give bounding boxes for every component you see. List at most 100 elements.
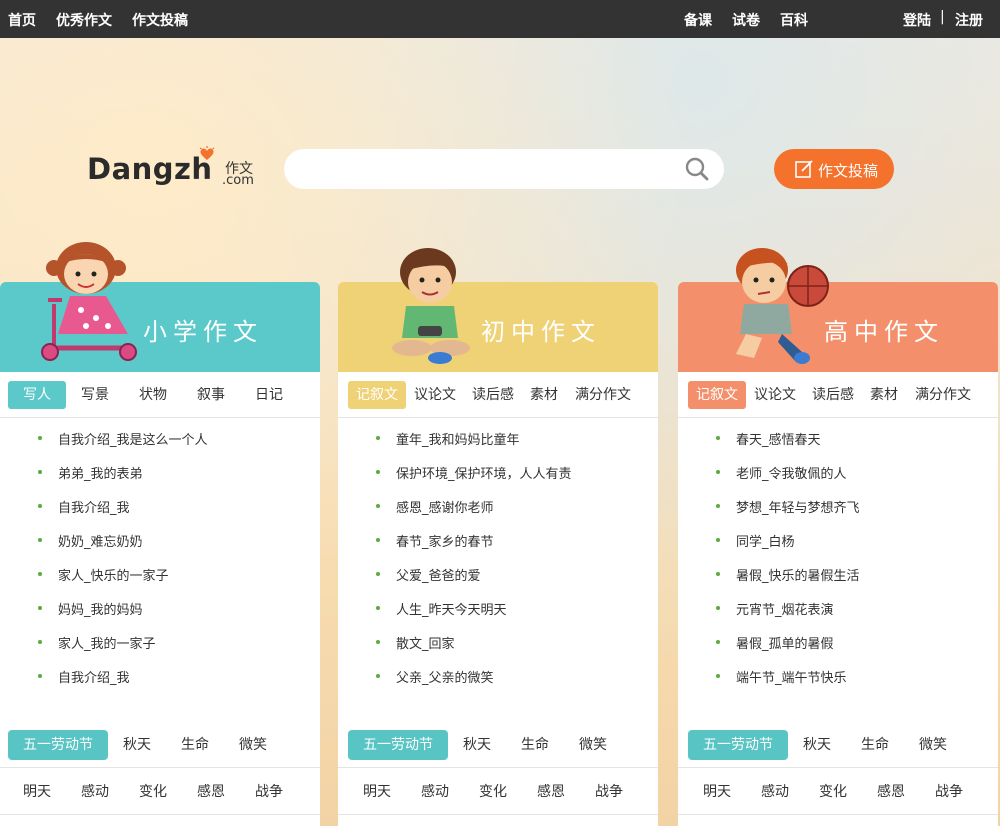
tag-may-day[interactable]: 五一劳动节 [8, 730, 108, 760]
bullet-icon [716, 674, 720, 678]
register-link[interactable]: 注册 [955, 10, 983, 30]
tag-gratitude[interactable]: 感恩 [862, 777, 920, 807]
nav-lesson-prep[interactable]: 备课 [684, 10, 712, 30]
nav-separator: | [940, 9, 945, 25]
bullet-icon [376, 470, 380, 474]
tag-touched[interactable]: 感动 [406, 777, 464, 807]
tag-war[interactable]: 战争 [240, 777, 298, 807]
login-link[interactable]: 登陆 [903, 10, 931, 30]
column-title[interactable]: 高中作文 [824, 312, 944, 347]
bullet-icon [38, 674, 42, 678]
topic-tags-row-1: 五一劳动节 秋天 生命 微笑 [338, 722, 658, 768]
tab-narrative[interactable]: 叙事 [182, 381, 240, 409]
top-nav-bar: 首页 优秀作文 作文投稿 备课 试卷 百科 登陆 | 注册 [0, 0, 1000, 38]
nav-submit-essay[interactable]: 作文投稿 [132, 10, 188, 30]
bullet-icon [376, 504, 380, 508]
tab-full-score-essay[interactable]: 满分作文 [568, 381, 638, 409]
tag-tomorrow[interactable]: 明天 [348, 777, 406, 807]
tag-war[interactable]: 战争 [920, 777, 978, 807]
tag-life[interactable]: 生命 [506, 730, 564, 760]
tab-narrative-essay[interactable]: 记叙文 [688, 381, 746, 409]
tag-may-day[interactable]: 五一劳动节 [348, 730, 448, 760]
tag-gratitude[interactable]: 感恩 [522, 777, 580, 807]
topic-tags-row-2: 明天 感动 变化 感恩 战争 [0, 769, 320, 815]
tab-objects[interactable]: 状物 [124, 381, 182, 409]
tag-tomorrow[interactable]: 明天 [688, 777, 746, 807]
bullet-icon [38, 572, 42, 576]
tag-smile[interactable]: 微笑 [224, 730, 282, 760]
tag-touched[interactable]: 感动 [66, 777, 124, 807]
tag-autumn[interactable]: 秋天 [788, 730, 846, 760]
nav-exam-papers[interactable]: 试卷 [732, 10, 760, 30]
tab-scenery[interactable]: 写景 [66, 381, 124, 409]
tab-full-score-essay[interactable]: 满分作文 [908, 381, 978, 409]
tab-materials[interactable]: 素材 [522, 381, 566, 409]
bullet-icon [38, 504, 42, 508]
bullet-icon [38, 538, 42, 542]
bullet-icon [376, 572, 380, 576]
middle-school-header: 初中作文 [338, 282, 658, 372]
primary-tabs: 写人 写景 状物 叙事 日记 [0, 372, 320, 418]
high-school-body: 记叙文 议论文 读后感 素材 满分作文 春天_感悟春天 老师_令我敬佩的人 梦想… [678, 372, 998, 826]
tag-touched[interactable]: 感动 [746, 777, 804, 807]
tab-book-review[interactable]: 读后感 [804, 381, 862, 409]
submit-essay-button[interactable]: 作文投稿 [774, 149, 894, 189]
nav-encyclopedia[interactable]: 百科 [780, 10, 808, 30]
search-box [284, 149, 724, 189]
site-logo[interactable]: Dangzh 作文 .com [87, 146, 262, 192]
bullet-icon [38, 606, 42, 610]
tag-autumn[interactable]: 秋天 [108, 730, 166, 760]
tab-diary[interactable]: 日记 [240, 381, 298, 409]
tag-smile[interactable]: 微笑 [564, 730, 622, 760]
bullet-icon [716, 504, 720, 508]
middle-school-column: 初中作文 记叙文 议论文 读后感 素材 满分作文 童年_我和妈妈比童年 保护环境… [338, 248, 658, 826]
girl-scooter-mascot-icon [41, 242, 137, 361]
tag-gratitude[interactable]: 感恩 [182, 777, 240, 807]
tag-tomorrow[interactable]: 明天 [8, 777, 66, 807]
bullet-icon [716, 470, 720, 474]
edit-icon [795, 160, 813, 178]
boy-basketball-mascot-icon [736, 248, 829, 364]
bullet-icon [376, 640, 380, 644]
tab-argumentative-essay[interactable]: 议论文 [746, 381, 804, 409]
topic-tags-row-2: 明天 感动 变化 感恩 战争 [338, 769, 658, 815]
tag-autumn[interactable]: 秋天 [448, 730, 506, 760]
tag-life[interactable]: 生命 [846, 730, 904, 760]
tab-materials[interactable]: 素材 [862, 381, 906, 409]
search-input[interactable] [300, 157, 680, 181]
bullet-icon [376, 436, 380, 440]
tab-argumentative-essay[interactable]: 议论文 [406, 381, 464, 409]
high-tabs: 记叙文 议论文 读后感 素材 满分作文 [678, 372, 998, 418]
topic-tags-row-2: 明天 感动 变化 感恩 战争 [678, 769, 998, 815]
bullet-icon [376, 538, 380, 542]
tag-war[interactable]: 战争 [580, 777, 638, 807]
tag-change[interactable]: 变化 [804, 777, 862, 807]
tab-book-review[interactable]: 读后感 [464, 381, 522, 409]
tag-smile[interactable]: 微笑 [904, 730, 962, 760]
high-school-column: 高中作文 记叙文 议论文 读后感 素材 满分作文 春天_感悟春天 老师_令我敬佩… [678, 248, 998, 826]
middle-school-body: 记叙文 议论文 读后感 素材 满分作文 童年_我和妈妈比童年 保护环境_保护环境… [338, 372, 658, 826]
column-title[interactable]: 小学作文 [143, 312, 263, 347]
column-title[interactable]: 初中作文 [481, 312, 601, 347]
tag-may-day[interactable]: 五一劳动节 [688, 730, 788, 760]
bullet-icon [716, 436, 720, 440]
bullet-icon [716, 606, 720, 610]
tag-change[interactable]: 变化 [124, 777, 182, 807]
search-icon[interactable] [684, 156, 710, 182]
bullet-icon [716, 640, 720, 644]
nav-excellent-essays[interactable]: 优秀作文 [56, 10, 112, 30]
tab-narrative-essay[interactable]: 记叙文 [348, 381, 406, 409]
logo-com-text: .com [222, 173, 254, 188]
topic-tags-row-1: 五一劳动节 秋天 生命 微笑 [0, 722, 320, 768]
primary-school-column: 小学作文 写人 写景 状物 叙事 日记 自我介绍_我是这么一个人 弟弟_我的表弟 [0, 242, 320, 826]
bullet-icon [376, 674, 380, 678]
middle-tabs: 记叙文 议论文 读后感 素材 满分作文 [338, 372, 658, 418]
nav-home[interactable]: 首页 [8, 10, 36, 30]
bullet-icon [38, 640, 42, 644]
bullet-icon [376, 606, 380, 610]
primary-school-body: 写人 写景 状物 叙事 日记 自我介绍_我是这么一个人 弟弟_我的表弟 自我介绍… [0, 372, 320, 826]
bullet-icon [38, 470, 42, 474]
tag-life[interactable]: 生命 [166, 730, 224, 760]
tab-portrait[interactable]: 写人 [8, 381, 66, 409]
tag-change[interactable]: 变化 [464, 777, 522, 807]
